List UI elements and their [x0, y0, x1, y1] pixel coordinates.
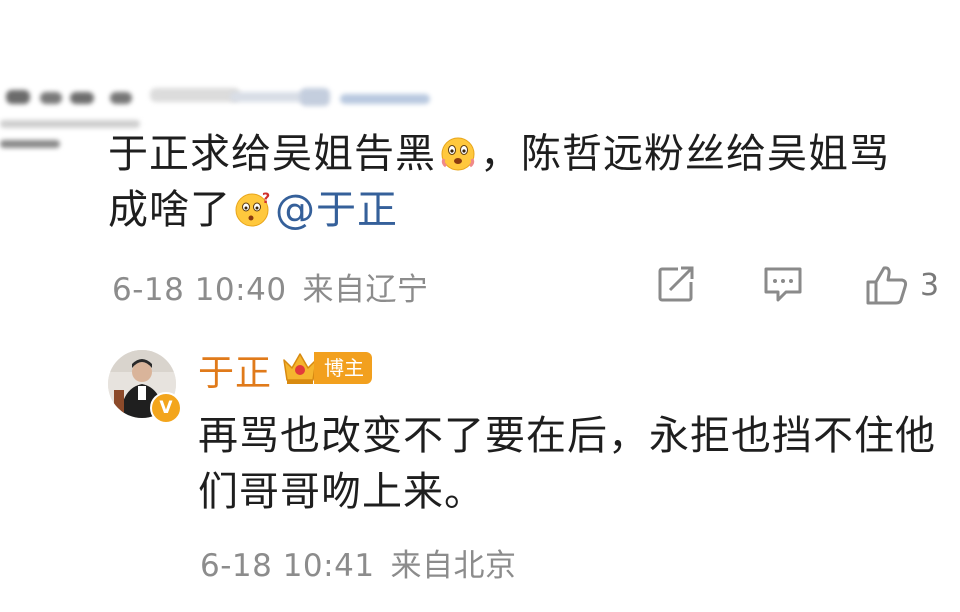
share-button[interactable]: [656, 264, 696, 304]
mention-link[interactable]: @于正: [275, 187, 398, 233]
scared-face-emoji-icon: [441, 137, 475, 171]
svg-text:?: ?: [262, 191, 271, 207]
reply-author-name[interactable]: 于正: [198, 344, 272, 396]
reply-meta: 6-18 10:41 来自北京: [200, 540, 517, 585]
reply-time: 6-18 10:41: [200, 548, 375, 584]
blogger-badge: 博主: [280, 350, 372, 386]
reply-location: 来自北京: [390, 548, 517, 584]
comment-time: 6-18 10:40: [112, 272, 287, 308]
comment-meta: 6-18 10:40 来自辽宁: [112, 264, 429, 309]
blogger-badge-label: 博主: [314, 352, 372, 384]
comment-body: 于正求给吴姐告黑 ，陈哲远粉丝给吴姐骂成啥了 ? @于正: [108, 126, 928, 238]
comment-location: 来自辽宁: [302, 272, 429, 308]
thumbs-up-icon: [866, 266, 908, 305]
reply-body: 再骂也改变不了要在后，永拒也挡不住他们哥哥吻上来。: [198, 413, 936, 515]
like-button[interactable]: 3: [864, 264, 939, 306]
like-count: 3: [920, 267, 940, 303]
comment-icon: [764, 267, 802, 302]
confused-face-emoji-icon: ?: [235, 191, 271, 227]
verified-badge: V: [150, 392, 182, 424]
comment-text-part1: 于正求给吴姐告黑: [108, 131, 436, 177]
share-icon: [658, 266, 694, 302]
comment-button[interactable]: [762, 264, 804, 304]
